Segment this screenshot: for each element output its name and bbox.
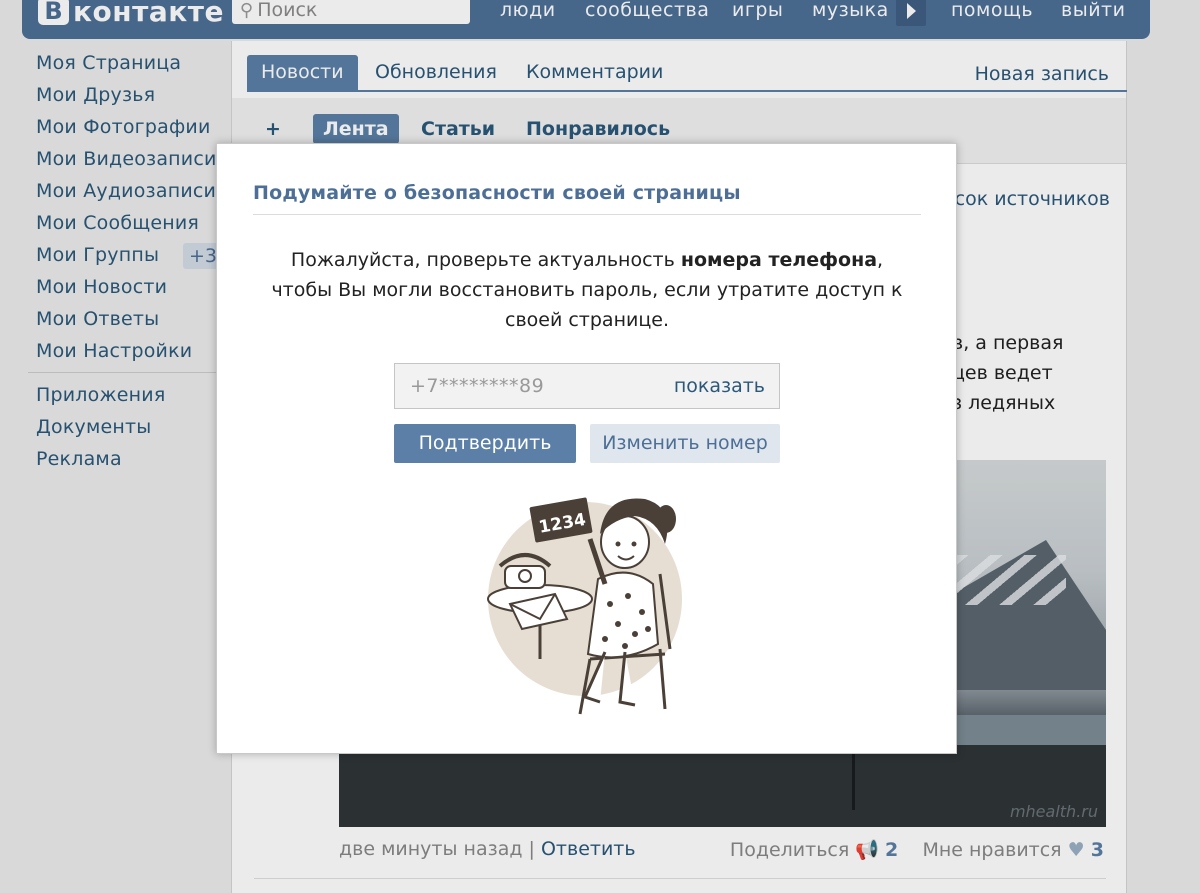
show-number-link[interactable]: показать	[674, 375, 765, 397]
girl-with-phone-illustration: 1234	[487, 497, 682, 715]
dialog-message-start: Пожалуйста, проверьте актуальность	[290, 249, 681, 271]
security-dialog: Подумайте о безопасности своей страницы …	[216, 143, 957, 754]
masked-phone-number: +7********89	[410, 375, 545, 397]
dialog-divider	[253, 214, 921, 215]
dialog-message-bold: номера телефона	[680, 249, 878, 271]
confirm-button[interactable]: Подтвердить	[394, 424, 576, 463]
change-number-button[interactable]: Изменить номер	[590, 424, 780, 463]
dialog-title: Подумайте о безопасности своей страницы	[253, 182, 741, 204]
phone-number-field: +7********89 показать	[394, 363, 780, 409]
dialog-message: Пожалуйста, проверьте актуальность номер…	[267, 245, 907, 335]
